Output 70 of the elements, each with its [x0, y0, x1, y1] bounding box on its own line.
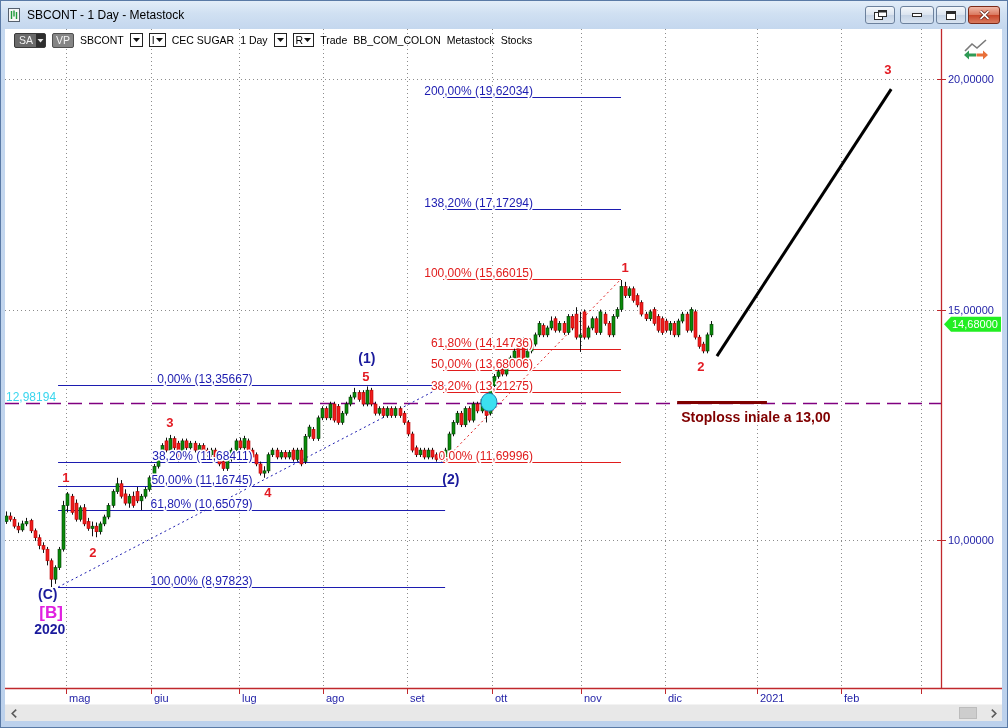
time-axis-label: giu: [154, 692, 169, 704]
wave-label: (C): [38, 586, 58, 602]
toolbar-label: 1 Day: [240, 33, 268, 47]
time-axis-label: nov: [584, 692, 602, 704]
caret-icon: [155, 38, 163, 42]
chevron-right-icon: [990, 708, 997, 718]
year-label: 2020: [34, 621, 66, 638]
menu-button[interactable]: SA: [14, 32, 46, 48]
price-axis-label: 15,00000: [948, 304, 994, 316]
window-title: SBCONT - 1 Day - Metastock: [27, 8, 185, 22]
wave-label: 4: [264, 484, 272, 500]
time-axis-label: ott: [495, 692, 508, 704]
close-icon: [978, 10, 990, 20]
circle-marker-icon: [480, 392, 498, 412]
caret-icon: [36, 33, 45, 47]
caret-icon: [276, 38, 284, 42]
wave-label: [B]: [39, 602, 63, 622]
app-icon: [8, 8, 20, 22]
toolbar-label: Metastock: [446, 33, 495, 47]
scrollbar-thumb[interactable]: [959, 707, 977, 719]
time-axis-label: mag: [69, 692, 91, 704]
wave-label: 1: [621, 259, 629, 275]
maximize-button[interactable]: [936, 6, 966, 24]
price-axis-label: 10,00000: [948, 534, 994, 546]
wave-label: (2): [442, 471, 460, 488]
fib-level-label: 50,00% (11,16745): [151, 472, 253, 487]
menu-button[interactable]: I: [148, 33, 166, 47]
caret-icon: [132, 38, 140, 42]
wave-label: 3: [884, 61, 892, 77]
dropdown-button[interactable]: [273, 33, 287, 47]
chart-arrows-icon[interactable]: [964, 39, 988, 60]
time-axis-label: ago: [326, 692, 345, 704]
fib-level-label: 100,00% (8,97823): [150, 573, 253, 588]
menu-button[interactable]: R: [292, 33, 315, 47]
wave-label: 5: [362, 369, 370, 385]
caret-icon: [304, 38, 312, 42]
fib-level-label: 100,00% (15,66015): [424, 265, 533, 280]
stoploss-label: Stoploss iniale a 13,00: [681, 408, 831, 425]
last-price-tag: 14,68000: [944, 316, 1001, 332]
time-axis-label: set: [410, 692, 425, 704]
wave-label: 3: [166, 414, 174, 430]
minimize-button[interactable]: [900, 6, 934, 24]
toolbar-label: BB_COM_COLON: [353, 33, 441, 47]
scrollbar-track[interactable]: [5, 704, 1002, 721]
wave-label: (1): [358, 349, 376, 366]
price-axis-label: 20,00000: [948, 73, 994, 85]
fib-level-label: 138,20% (17,17294): [424, 195, 533, 210]
toolbar-label: Trade: [320, 33, 348, 47]
minimize-icon: [912, 13, 922, 17]
price-level-label: 12,98194: [6, 389, 57, 404]
close-button[interactable]: [968, 6, 1000, 24]
wave-label: 2: [89, 544, 97, 560]
time-axis-label: dic: [668, 692, 683, 704]
window-icon: [873, 10, 887, 20]
dropdown-button[interactable]: [129, 33, 143, 47]
wave-label: 2: [697, 358, 705, 374]
time-axis-label: feb: [844, 692, 860, 704]
fib-level-label: 61,80% (10,65079): [150, 496, 253, 511]
fib-level-label: 0,00% (13,35667): [157, 371, 253, 386]
chevron-left-icon: [10, 708, 17, 718]
toggle-button[interactable]: VP: [52, 32, 75, 48]
toolbar-label: SBCONT: [80, 33, 124, 47]
toolbar-label: Stocks: [500, 33, 533, 47]
fib-level-label: 200,00% (19,62034): [424, 83, 533, 98]
time-axis-label: lug: [242, 692, 257, 704]
toolbar-label: CEC SUGAR: [171, 33, 235, 47]
window-layout-button[interactable]: [865, 6, 895, 24]
time-axis-label: 2021: [760, 692, 785, 704]
maximize-icon: [946, 10, 956, 20]
wave-label: 1: [62, 469, 70, 485]
